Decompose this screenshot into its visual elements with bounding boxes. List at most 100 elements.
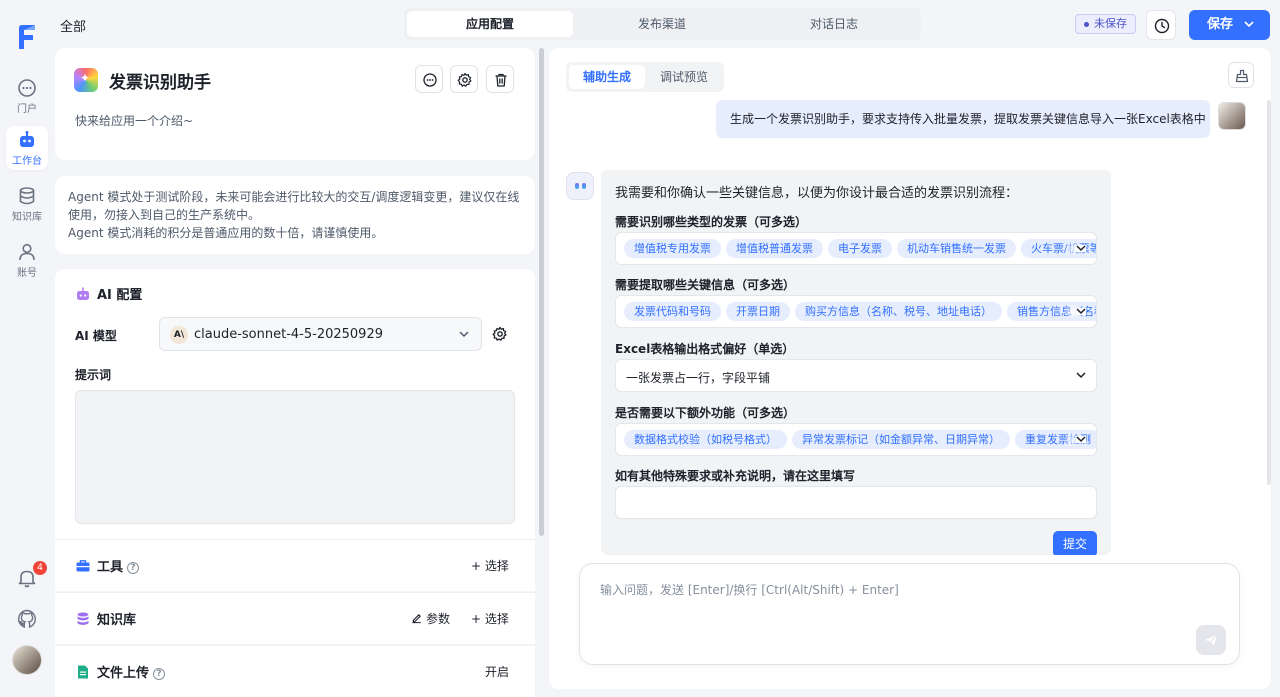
- unsaved-badge: 未保存: [1075, 14, 1136, 34]
- anthropic-icon: A\: [170, 326, 188, 344]
- knowledge-title: 知识库: [75, 609, 136, 628]
- assistant-avatar-icon: [566, 172, 594, 200]
- gear-icon: [457, 72, 472, 87]
- app-intro-input[interactable]: 快来给应用一个介绍~: [75, 112, 193, 129]
- github-icon[interactable]: [16, 608, 38, 630]
- selected-tag[interactable]: 增值税专用发票: [624, 239, 721, 258]
- rail-item-knowledge[interactable]: 知识库: [6, 182, 48, 226]
- extra-notes-input[interactable]: [615, 486, 1097, 519]
- robot-icon: [77, 287, 89, 300]
- model-settings-gear-icon[interactable]: [492, 326, 508, 342]
- file-upload-toggle[interactable]: 开启: [485, 663, 509, 680]
- assistant-eye-left: [575, 183, 579, 189]
- send-button[interactable]: [1196, 625, 1226, 655]
- save-button[interactable]: 保存: [1189, 10, 1270, 40]
- app-avatar-icon[interactable]: [74, 68, 98, 92]
- tab-debug-preview[interactable]: 调试预览: [647, 65, 721, 89]
- edit-icon: [412, 614, 421, 624]
- tab-publish-channels[interactable]: 发布渠道: [579, 11, 745, 37]
- question-label: 是否需要以下额外功能（可多选）: [615, 406, 796, 420]
- panel-tabs: 辅助生成 调试预览: [566, 62, 724, 92]
- user-icon: [19, 243, 35, 261]
- invoice-type-multiselect[interactable]: 增值税专用发票增值税普通发票电子发票机动车销售统一发票火车票/机票等行程单: [615, 232, 1097, 265]
- file-icon: [78, 665, 88, 679]
- notice-line-1: Agent 模式处于测试阶段，未来可能会进行比较大的交互/调度逻辑变更，建议仅在…: [68, 190, 520, 222]
- tab-assist-generate[interactable]: 辅助生成: [569, 65, 645, 89]
- app-settings-button[interactable]: [450, 65, 478, 93]
- rail-label-account: 账号: [17, 268, 37, 279]
- rail-item-account[interactable]: 账号: [6, 238, 48, 282]
- model-name: claude-sonnet-4-5-20250929: [194, 327, 383, 342]
- question-label: Excel表格输出格式偏好（单选）: [615, 342, 795, 356]
- app-name[interactable]: 发票识别助手: [109, 68, 211, 93]
- user-avatar: [1218, 102, 1246, 130]
- prompt-label: 提示词: [75, 368, 112, 382]
- selected-value: 一张发票占一行，字段平铺: [626, 371, 771, 385]
- selected-tag[interactable]: 开票日期: [726, 302, 790, 321]
- submit-button[interactable]: 提交: [1053, 531, 1097, 555]
- rail-item-portal[interactable]: 门户: [6, 74, 48, 118]
- rail-item-workbench[interactable]: 工作台: [6, 126, 48, 170]
- toolbox-icon: [76, 560, 90, 572]
- selected-tag[interactable]: 异常发票标记（如金额异常、日期异常）: [792, 430, 1010, 449]
- tag-list: 发票代码和号码开票日期购买方信息（名称、税号、地址电话）销售方信息（名称、税号）: [624, 302, 1096, 321]
- prompt-textarea[interactable]: [75, 390, 515, 524]
- rail-label-knowledge: 知识库: [12, 212, 42, 223]
- question-label: 如有其他特殊要求或补充说明，请在这里填写: [615, 469, 856, 483]
- chevron-down-icon: [459, 331, 469, 338]
- chat-input-placeholder: 输入问题，发送 [Enter]/换行 [Ctrl(Alt/Shift) + En…: [600, 583, 899, 597]
- tab-chat-logs[interactable]: 对话日志: [751, 11, 917, 37]
- clear-chat-button[interactable]: [1228, 62, 1254, 88]
- help-icon[interactable]: ?: [127, 562, 140, 574]
- file-upload-label: 文件上传: [97, 666, 150, 681]
- selected-tag[interactable]: 电子发票: [828, 239, 892, 258]
- database-icon: [19, 187, 35, 205]
- knowledge-params-button[interactable]: 参数: [411, 610, 450, 627]
- broom-icon: [1235, 69, 1249, 83]
- chat-scrollbar[interactable]: [1267, 100, 1271, 485]
- chevron-down-icon: [1076, 308, 1086, 315]
- help-icon[interactable]: ?: [153, 668, 166, 680]
- tools-title: 工具?: [75, 556, 140, 575]
- tools-row: 工具? + 选择: [55, 539, 535, 591]
- tools-select-button[interactable]: + 选择: [471, 557, 509, 574]
- chat-bubble-icon: [18, 79, 36, 97]
- key-info-multiselect[interactable]: 发票代码和号码开票日期购买方信息（名称、税号、地址电话）销售方信息（名称、税号）: [615, 295, 1097, 328]
- excel-format-select[interactable]: 一张发票占一行，字段平铺: [615, 359, 1097, 392]
- model-label: AI 模型: [75, 329, 117, 343]
- assistant-intro: 我需要和你确认一些关键信息，以便为你设计最合适的发票识别流程：: [615, 186, 1019, 201]
- app-logo[interactable]: [16, 24, 38, 50]
- model-select[interactable]: A\ claude-sonnet-4-5-20250929: [159, 317, 482, 351]
- robot-icon: [20, 131, 34, 147]
- selected-tag[interactable]: 机动车销售统一发票: [897, 239, 1016, 258]
- breadcrumb[interactable]: 全部: [60, 16, 86, 35]
- user-avatar[interactable]: [12, 645, 42, 675]
- knowledge-params-label: 参数: [426, 612, 451, 626]
- chevron-down-icon: [1076, 245, 1086, 252]
- left-rail: 门户 工作台 知识库 账号 4: [0, 0, 54, 697]
- extra-features-multiselect[interactable]: 数据格式校验（如税号格式） 异常发票标记（如金额异常、日期异常） 重复发票检测: [615, 423, 1097, 456]
- ai-config-title: AI 配置: [75, 284, 142, 303]
- chat-settings-button[interactable]: [415, 65, 443, 93]
- assistant-panel: 辅助生成 调试预览 生成一个发票识别助手，要求支持传入批量发票，提取发票关键信息…: [549, 48, 1271, 689]
- user-message: 生成一个发票识别助手，要求支持传入批量发票，提取发票关键信息导入一张Excel表…: [716, 100, 1210, 138]
- knowledge-select-button[interactable]: + 选择: [471, 610, 509, 627]
- tools-label: 工具: [97, 560, 124, 575]
- tab-app-config[interactable]: 应用配置: [407, 11, 573, 37]
- selected-tag[interactable]: 增值税普通发票: [726, 239, 823, 258]
- history-button[interactable]: [1146, 10, 1176, 40]
- left-scrollbar[interactable]: [539, 48, 544, 536]
- selected-tag[interactable]: 发票代码和号码: [624, 302, 721, 321]
- selected-tag[interactable]: 数据格式校验（如税号格式）: [624, 430, 787, 449]
- agent-mode-notice: Agent 模式处于测试阶段，未来可能会进行比较大的交互/调度逻辑变更，建议仅在…: [55, 176, 535, 254]
- question-label: 需要识别哪些类型的发票（可多选）: [615, 215, 808, 229]
- selected-tag[interactable]: 购买方信息（名称、税号、地址电话）: [795, 302, 1002, 321]
- status-dot-icon: [1084, 21, 1089, 27]
- unsaved-label: 未保存: [1094, 17, 1127, 30]
- knowledge-row: 知识库 参数 + 选择: [55, 592, 535, 644]
- delete-app-button[interactable]: [486, 65, 514, 93]
- assistant-message: 我需要和你确认一些关键信息，以便为你设计最合适的发票识别流程： 需要识别哪些类型…: [601, 170, 1111, 555]
- tag-list: 数据格式校验（如税号格式） 异常发票标记（如金额异常、日期异常） 重复发票检测: [624, 430, 1096, 449]
- config-tabs: 应用配置 发布渠道 对话日志: [404, 8, 921, 40]
- chat-input[interactable]: 输入问题，发送 [Enter]/换行 [Ctrl(Alt/Shift) + En…: [579, 563, 1240, 665]
